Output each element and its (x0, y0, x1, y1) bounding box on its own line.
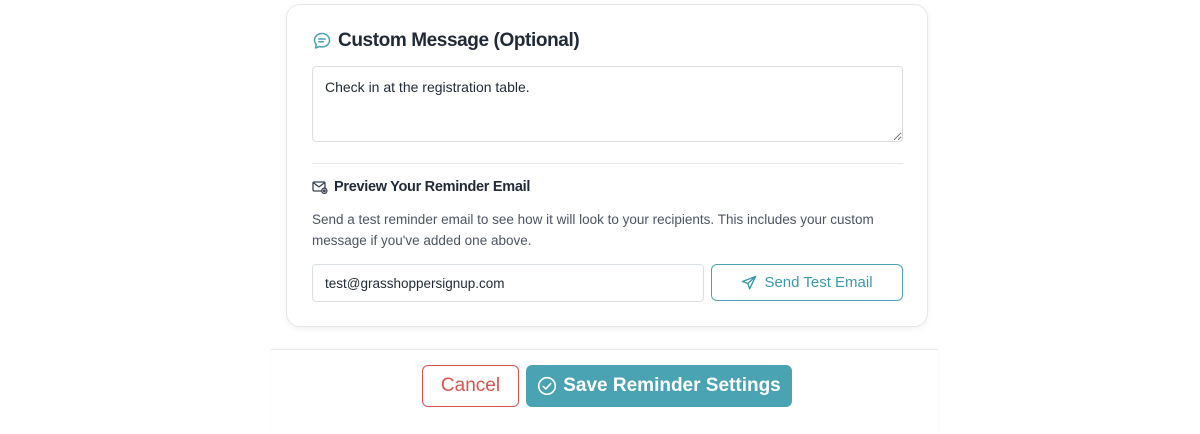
preview-header: Preview Your Reminder Email (312, 179, 530, 195)
preview-description: Send a test reminder email to see how it… (312, 212, 874, 248)
mail-settings-icon (312, 179, 328, 195)
cancel-button[interactable]: Cancel (422, 365, 519, 407)
save-reminder-settings-button[interactable]: Save Reminder Settings (526, 365, 792, 407)
paper-plane-icon (741, 275, 757, 291)
custom-message-title: Custom Message (Optional) (338, 30, 580, 51)
send-test-email-button[interactable]: Send Test Email (711, 264, 903, 301)
save-reminder-settings-label: Save Reminder Settings (563, 375, 781, 396)
footer-actions: Cancel Save Reminder Settings (271, 349, 938, 434)
chat-bubble-icon (312, 31, 332, 51)
custom-message-card: Custom Message (Optional) Check in at th… (286, 4, 928, 327)
test-email-input[interactable] (312, 264, 704, 302)
send-test-email-label: Send Test Email (764, 274, 873, 291)
preview-title: Preview Your Reminder Email (334, 179, 531, 195)
check-circle-icon (537, 376, 557, 396)
custom-message-header: Custom Message (Optional) (312, 30, 580, 52)
section-divider (312, 163, 903, 164)
custom-message-textarea[interactable]: Check in at the registration table. (312, 66, 903, 142)
